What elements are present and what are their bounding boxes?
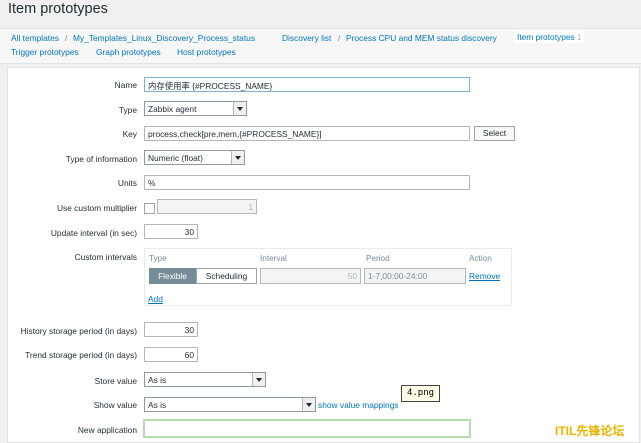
custom-intervals-header-period: Period — [366, 254, 390, 263]
store-value-label: Store value — [94, 376, 137, 386]
history-label: History storage period (in days) — [20, 326, 137, 336]
page-title: Item prototypes — [8, 1, 108, 17]
tab-graph-prototypes[interactable]: Graph prototypes — [96, 47, 161, 57]
breadcrumb-separator: / — [338, 33, 341, 43]
trend-input[interactable]: 60 — [144, 347, 198, 362]
update-interval-input[interactable]: 30 — [144, 224, 198, 239]
tab-host-prototypes[interactable]: Host prototypes — [177, 47, 236, 57]
select-key-button[interactable]: Select — [474, 126, 515, 141]
type-select-value: Zabbix agent — [148, 104, 197, 114]
show-value-select[interactable]: As is — [144, 397, 316, 412]
show-value-mappings-link[interactable]: show value mappings — [318, 400, 399, 410]
custom-intervals-header-action: Action — [469, 254, 492, 263]
chevron-down-icon — [231, 151, 244, 164]
show-value-value: As is — [148, 400, 167, 410]
type-of-information-value: Numeric (float) — [148, 153, 203, 163]
custom-multiplier-checkbox[interactable] — [144, 203, 155, 214]
name-label: Name — [114, 80, 137, 90]
key-label: Key — [122, 129, 137, 139]
breadcrumb-template[interactable]: My_Templates_Linux_Discovery_Process_sta… — [73, 33, 255, 43]
history-input[interactable]: 30 — [144, 322, 198, 337]
image-filename-badge: 4.png — [401, 385, 440, 402]
custom-intervals-label: Custom intervals — [74, 252, 137, 262]
trend-label: Trend storage period (in days) — [25, 350, 137, 360]
type-of-information-select[interactable]: Numeric (float) — [144, 150, 245, 165]
name-input[interactable]: 内存使用率 {#PROCESS_NAME} — [144, 77, 470, 92]
breadcrumb-all-templates[interactable]: All templates — [11, 33, 59, 43]
flexible-toggle[interactable]: Flexible — [149, 268, 196, 284]
tab-item-prototypes-count: 1 — [576, 32, 582, 42]
type-select[interactable]: Zabbix agent — [144, 101, 247, 116]
new-application-input[interactable] — [143, 419, 471, 438]
store-value-select[interactable]: As is — [144, 372, 266, 387]
breadcrumb-bar: All templates / My_Templates_Linux_Disco… — [0, 28, 641, 64]
type-of-information-label: Type of information — [65, 154, 137, 164]
new-application-label: New application — [77, 425, 137, 435]
units-label: Units — [117, 178, 137, 188]
show-value-label: Show value — [93, 400, 137, 410]
chevron-down-icon — [252, 373, 265, 386]
custom-intervals-header-interval: Interval — [260, 254, 287, 263]
scheduling-toggle[interactable]: Scheduling — [196, 268, 257, 284]
units-input[interactable]: % — [144, 175, 470, 190]
tab-trigger-prototypes[interactable]: Trigger prototypes — [11, 47, 79, 57]
watermark: ITIL先锋论坛 — [555, 424, 625, 438]
tab-item-prototypes[interactable]: Item prototypes 1 — [514, 31, 585, 43]
custom-intervals-header-type: Type — [149, 254, 167, 263]
chevron-down-icon — [233, 102, 246, 115]
breadcrumb-discovery-list[interactable]: Discovery list — [282, 33, 331, 43]
custom-multiplier-label: Use custom multiplier — [56, 203, 137, 213]
custom-multiplier-input: 1 — [157, 199, 257, 214]
store-value-value: As is — [148, 375, 167, 385]
breadcrumb-separator: / — [65, 33, 68, 43]
breadcrumb-discovery-rule[interactable]: Process CPU and MEM status discovery — [346, 33, 497, 43]
type-label: Type — [118, 105, 137, 115]
update-interval-label: Update interval (in sec) — [50, 228, 137, 238]
custom-period-input[interactable]: 1-7,00:00-24:00 — [364, 268, 466, 284]
key-input[interactable]: process.check[pre,mem,{#PROCESS_NAME}] — [144, 126, 470, 141]
tab-item-prototypes-label: Item prototypes — [517, 32, 575, 42]
custom-interval-input[interactable]: 50 — [260, 268, 361, 284]
remove-interval-link[interactable]: Remove — [469, 271, 500, 281]
chevron-down-icon — [302, 398, 315, 411]
add-interval-link[interactable]: Add — [148, 294, 163, 304]
